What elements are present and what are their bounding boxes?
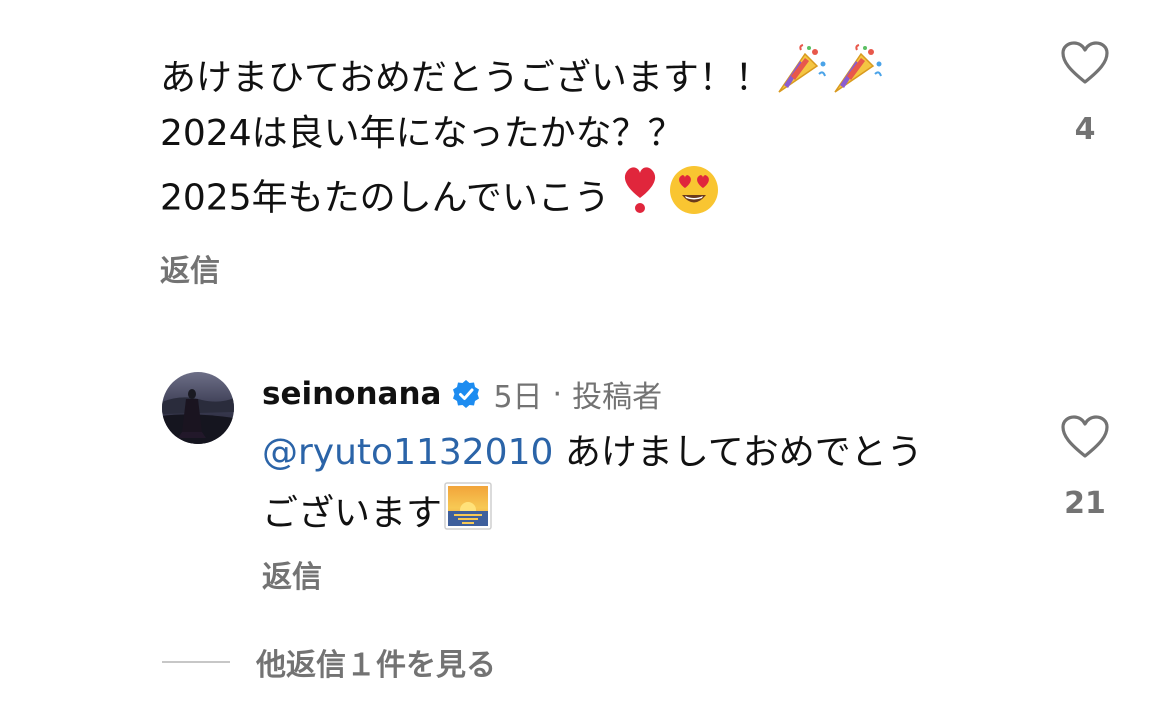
like-count: 21 [1064, 486, 1106, 521]
reply-button[interactable]: 返信 [160, 246, 220, 290]
meta-separator: · [552, 376, 563, 412]
author-tag: 投稿者 [572, 380, 663, 415]
reply-meta-row: seinonana 5日 · 投稿者 [262, 372, 662, 416]
comment-timestamp: 5日 [493, 380, 543, 415]
comment-text-line-1-text: あけまひておめだとうございます！！ [160, 57, 771, 99]
like-button[interactable] [1055, 414, 1115, 464]
comment-text-line-3-text: 2025年もたのしんでいこう [160, 177, 610, 219]
reply-button[interactable]: 返信 [262, 552, 322, 596]
replies-divider [162, 661, 230, 663]
avatar[interactable] [162, 372, 234, 444]
party-popper-icon [775, 44, 827, 115]
reply-text-part-1: あけましておめでとう [553, 432, 923, 473]
like-count: 4 [1074, 112, 1096, 147]
heart-outline-icon [1060, 41, 1110, 90]
mention-link[interactable]: @ryuto1132010 [262, 432, 553, 473]
heart-eyes-face-icon [668, 164, 720, 235]
reply-text-part-2: ございます [262, 493, 443, 534]
party-popper-icon [831, 44, 883, 115]
view-more-replies-button[interactable]: 他返信１件を見る [256, 640, 496, 684]
heart-exclamation-icon [620, 164, 660, 235]
comment-text-line-2: 2024は良い年になったかな？？ [160, 113, 684, 154]
comment-text-line-3: 2025年もたのしんでいこう [160, 164, 720, 235]
like-button[interactable] [1055, 40, 1115, 90]
sunrise-icon [444, 482, 492, 548]
verified-badge-icon [451, 379, 481, 409]
reply-comment-text: @ryuto1132010 あけましておめでとうございます [262, 424, 1002, 548]
heart-outline-icon [1060, 415, 1110, 464]
username-link[interactable]: seinonana [262, 376, 441, 412]
